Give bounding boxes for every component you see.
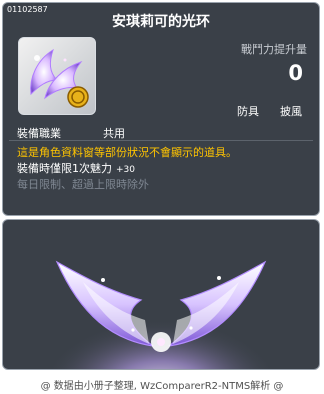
item-tooltip: 01102587 安琪莉可的光环 戰鬥力提升量 0 防具 披風 裝備職業 共用 … [2,2,320,216]
category-cape: 披風 [280,105,302,118]
equip-bonus-value: +30 [116,165,135,175]
angel-wings-preview [41,260,281,369]
gold-coin-icon [67,86,89,108]
combat-power-label: 戰鬥力提升量 [241,43,307,56]
category-armor: 防具 [237,105,259,118]
footer-credit: @ 数据由小册子整理, WzComparerR2-NTMS解析 @ [40,381,284,392]
item-description: 這是角色資料窗等部份狀況不會顯示的道具。 [17,146,237,159]
item-title: 安琪莉可的光环 [112,14,210,30]
combat-power-value: 0 [288,61,303,85]
limit-text: 每日限制、超過上限時除外 [17,178,149,191]
job-value: 共用 [103,127,125,140]
job-label: 裝備職業 [17,127,61,140]
equip-bonus: 裝備時僅限1次魅力 +30 [17,160,135,176]
item-preview-panel [2,219,320,370]
item-icon-frame [18,37,96,115]
divider [9,140,313,141]
equip-bonus-text: 裝備時僅限1次魅力 [17,162,112,175]
